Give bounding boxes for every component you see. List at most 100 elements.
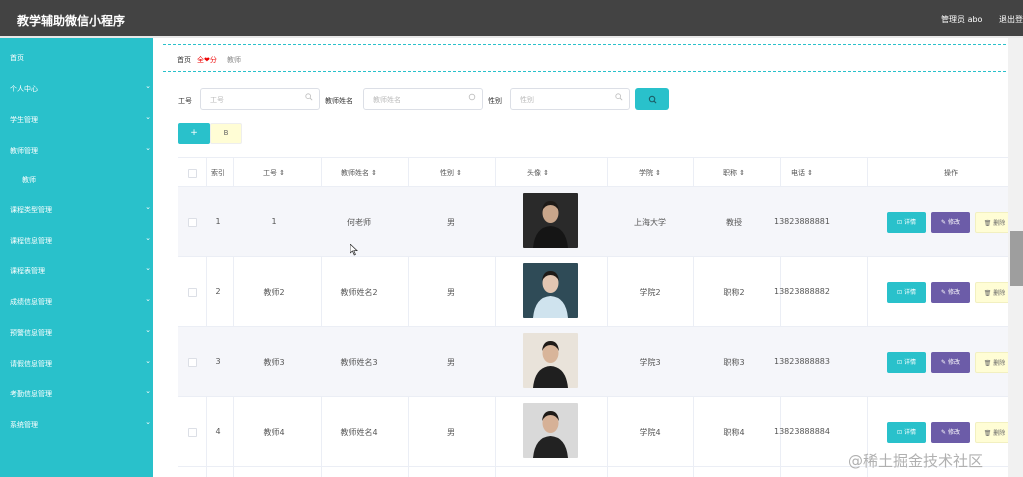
chevron-down-icon: ⌄: [145, 295, 151, 303]
cell-index: 2: [215, 287, 221, 296]
avatar-image: [523, 263, 578, 318]
sidebar-item[interactable]: 考勤信息管理 ⌄: [0, 384, 153, 404]
sidebar-item-label: 课程类型管理: [10, 206, 52, 214]
sidebar-item-label: 首页: [10, 54, 24, 62]
edit-button[interactable]: ✎ 修改: [931, 212, 970, 233]
teacher-name-placeholder: 教师姓名: [373, 96, 401, 104]
app-title: 教学辅助微信小程序: [17, 14, 126, 28]
sidebar-item[interactable]: 个人中心 ⌄: [0, 79, 153, 99]
gender-input[interactable]: 性别: [510, 88, 630, 110]
chevron-down-icon: ⌄: [145, 234, 151, 242]
sidebar-item[interactable]: 学生管理 ⌄: [0, 110, 153, 130]
sidebar-item[interactable]: 请假信息管理 ⌄: [0, 354, 153, 374]
row-checkbox[interactable]: [188, 428, 197, 437]
detail-button[interactable]: ⊡ 详情: [887, 282, 926, 303]
column-header[interactable]: 操作: [891, 168, 1011, 178]
main-content: 首页 全❤分 教师 工号 工号 教师姓名 教师姓名 性别 性别 + B 索引 工号…: [153, 38, 1023, 477]
sidebar-item[interactable]: 系统管理 ⌄: [0, 415, 153, 435]
column-header[interactable]: 索引: [198, 168, 238, 178]
sidebar-item-label: 课程信息管理: [10, 237, 52, 245]
search-button[interactable]: [635, 88, 669, 110]
chevron-down-icon: ⌄: [145, 387, 151, 395]
sidebar-item-label: 预警信息管理: [10, 329, 52, 337]
edit-button[interactable]: ✎ 修改: [931, 422, 970, 443]
sidebar-item[interactable]: 教师: [0, 170, 153, 190]
sidebar-item-label: 请假信息管理: [10, 360, 52, 368]
avatar-image: [523, 193, 578, 248]
teacher-name-label: 教师姓名: [325, 97, 353, 105]
detail-button[interactable]: ⊡ 详情: [887, 212, 926, 233]
row-checkbox[interactable]: [188, 218, 197, 227]
table-row: 2 教师2 教师姓名2 男学院2 职称2 13823888882 ⊡ 详情 ✎ 修改 🗑 删除: [178, 257, 1023, 327]
cell-gender: 男: [447, 358, 455, 367]
table-row: 1 1 何老师男上海大学 教授 13823888881 ⊡ 详情 ✎ 修改 🗑 删除: [178, 187, 1023, 257]
row-checkbox[interactable]: [188, 358, 197, 367]
cell-phone: 13823888882: [774, 287, 830, 296]
cell-gender: 男: [447, 428, 455, 437]
column-header[interactable]: 工号 ⇕: [234, 168, 314, 178]
avatar-image: [523, 403, 578, 458]
cell-job-no: 1: [271, 217, 277, 226]
column-header[interactable]: 头像 ⇕: [493, 168, 583, 178]
chevron-down-icon: ⌄: [145, 113, 151, 121]
sidebar-item-label: 教师管理: [10, 147, 38, 155]
cell-gender: 男: [447, 288, 455, 297]
avatar-image: [523, 333, 578, 388]
sidebar-item-label: 教师: [22, 176, 36, 184]
mouse-cursor-icon: [350, 244, 358, 256]
gender-label: 性别: [488, 97, 502, 105]
add-button[interactable]: +: [178, 123, 210, 144]
breadcrumb-home[interactable]: 首页: [177, 55, 191, 65]
teacher-name-input[interactable]: 教师姓名: [363, 88, 483, 110]
cell-phone: 13823888883: [774, 357, 830, 366]
chevron-down-icon: ⌄: [145, 82, 151, 90]
logout-link[interactable]: 退出登: [999, 15, 1023, 24]
sidebar-item-label: 个人中心: [10, 85, 38, 93]
sidebar-item[interactable]: 预警信息管理 ⌄: [0, 323, 153, 343]
row-checkbox[interactable]: [188, 288, 197, 297]
column-header[interactable]: 性别 ⇕: [416, 168, 486, 178]
job-no-input[interactable]: 工号: [200, 88, 320, 110]
detail-button[interactable]: ⊡ 详情: [887, 422, 926, 443]
admin-label: 管理员 abo: [941, 15, 983, 24]
cell-job-no: 教师3: [263, 358, 285, 367]
top-right: 管理员 abo 退出登: [927, 14, 1023, 25]
column-header[interactable]: 电话 ⇕: [762, 168, 842, 178]
sidebar-item[interactable]: 课程表管理 ⌄: [0, 261, 153, 281]
chevron-down-icon: ⌄: [145, 264, 151, 272]
table-row: 3 教师3 教师姓名3 男学院3 职称3 13823888883 ⊡ 详情 ✎ 修改 🗑 删除: [178, 327, 1023, 397]
scrollbar-thumb[interactable]: [1010, 231, 1023, 286]
cell-name: 教师姓名3: [340, 358, 378, 367]
chevron-down-icon: ⌄: [145, 203, 151, 211]
cell-job-no: 教师4: [263, 428, 285, 437]
sidebar-item[interactable]: 课程类型管理 ⌄: [0, 200, 153, 220]
edit-button[interactable]: ✎ 修改: [931, 282, 970, 303]
sidebar-item-label: 成绩信息管理: [10, 298, 52, 306]
cell-phone: 13823888884: [774, 427, 830, 436]
sidebar-item[interactable]: 首页: [0, 48, 153, 68]
sidebar-item[interactable]: 课程信息管理 ⌄: [0, 231, 153, 251]
cell-college: 学院2: [639, 288, 661, 297]
batch-delete-button[interactable]: B: [210, 123, 242, 144]
breadcrumb: 首页 全❤分 教师: [163, 44, 1021, 72]
select-all-checkbox[interactable]: [188, 169, 197, 178]
chevron-down-icon: ⌄: [145, 418, 151, 426]
sidebar-item-label: 考勤信息管理: [10, 390, 52, 398]
chevron-down-icon: ⌄: [145, 144, 151, 152]
sidebar-item[interactable]: 成绩信息管理 ⌄: [0, 292, 153, 312]
sidebar-item-label: 学生管理: [10, 116, 38, 124]
clear-icon: [468, 93, 476, 101]
search-icon: [615, 93, 623, 101]
detail-button[interactable]: ⊡ 详情: [887, 352, 926, 373]
cell-index: 1: [215, 217, 221, 226]
cell-name: 教师姓名2: [340, 288, 378, 297]
column-header[interactable]: 教师姓名 ⇕: [314, 168, 404, 178]
column-header[interactable]: 学院 ⇕: [605, 168, 695, 178]
sidebar: 首页 个人中心 ⌄ 学生管理 ⌄ 教师管理 ⌄ 教师 课程类型管理 ⌄ 课程信息管理 ⌄ 课程表管理 ⌄ 成…: [0, 38, 153, 477]
cell-index: 4: [215, 427, 221, 436]
top-bar: 教学辅助微信小程序 管理员 abo 退出登: [0, 0, 1023, 38]
search-icon: [648, 95, 657, 104]
edit-button[interactable]: ✎ 修改: [931, 352, 970, 373]
sidebar-item-label: 系统管理: [10, 421, 38, 429]
sidebar-item[interactable]: 教师管理 ⌄: [0, 141, 153, 161]
